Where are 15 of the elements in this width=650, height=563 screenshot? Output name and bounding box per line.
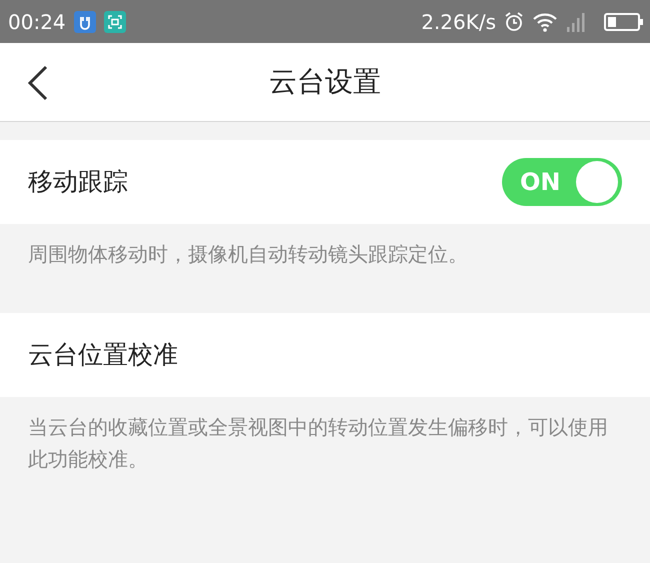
page-title: 云台设置	[269, 64, 381, 100]
setting-description: 周围物体移动时，摄像机自动转动镜头跟踪定位。	[27, 241, 469, 268]
app-notification-icon	[74, 10, 96, 32]
network-speed: 2.26K/s	[421, 8, 496, 36]
alarm-icon	[504, 10, 524, 32]
setting-label: 移动跟踪	[28, 166, 128, 198]
setting-label: 云台位置校准	[28, 339, 178, 372]
status-time: 00:24	[8, 8, 66, 36]
wifi-icon	[532, 12, 558, 32]
screenshot-icon	[104, 10, 126, 32]
setting-description: 当云台的收藏位置或全景视图中的转动位置发生偏移时，可以使用此功能校准。	[27, 414, 609, 473]
setting-row[interactable]: 云台位置校准	[0, 313, 650, 397]
setting-row[interactable]: 移动跟踪 ON	[0, 140, 650, 224]
battery-icon	[604, 12, 644, 32]
back-icon[interactable]	[26, 65, 50, 101]
